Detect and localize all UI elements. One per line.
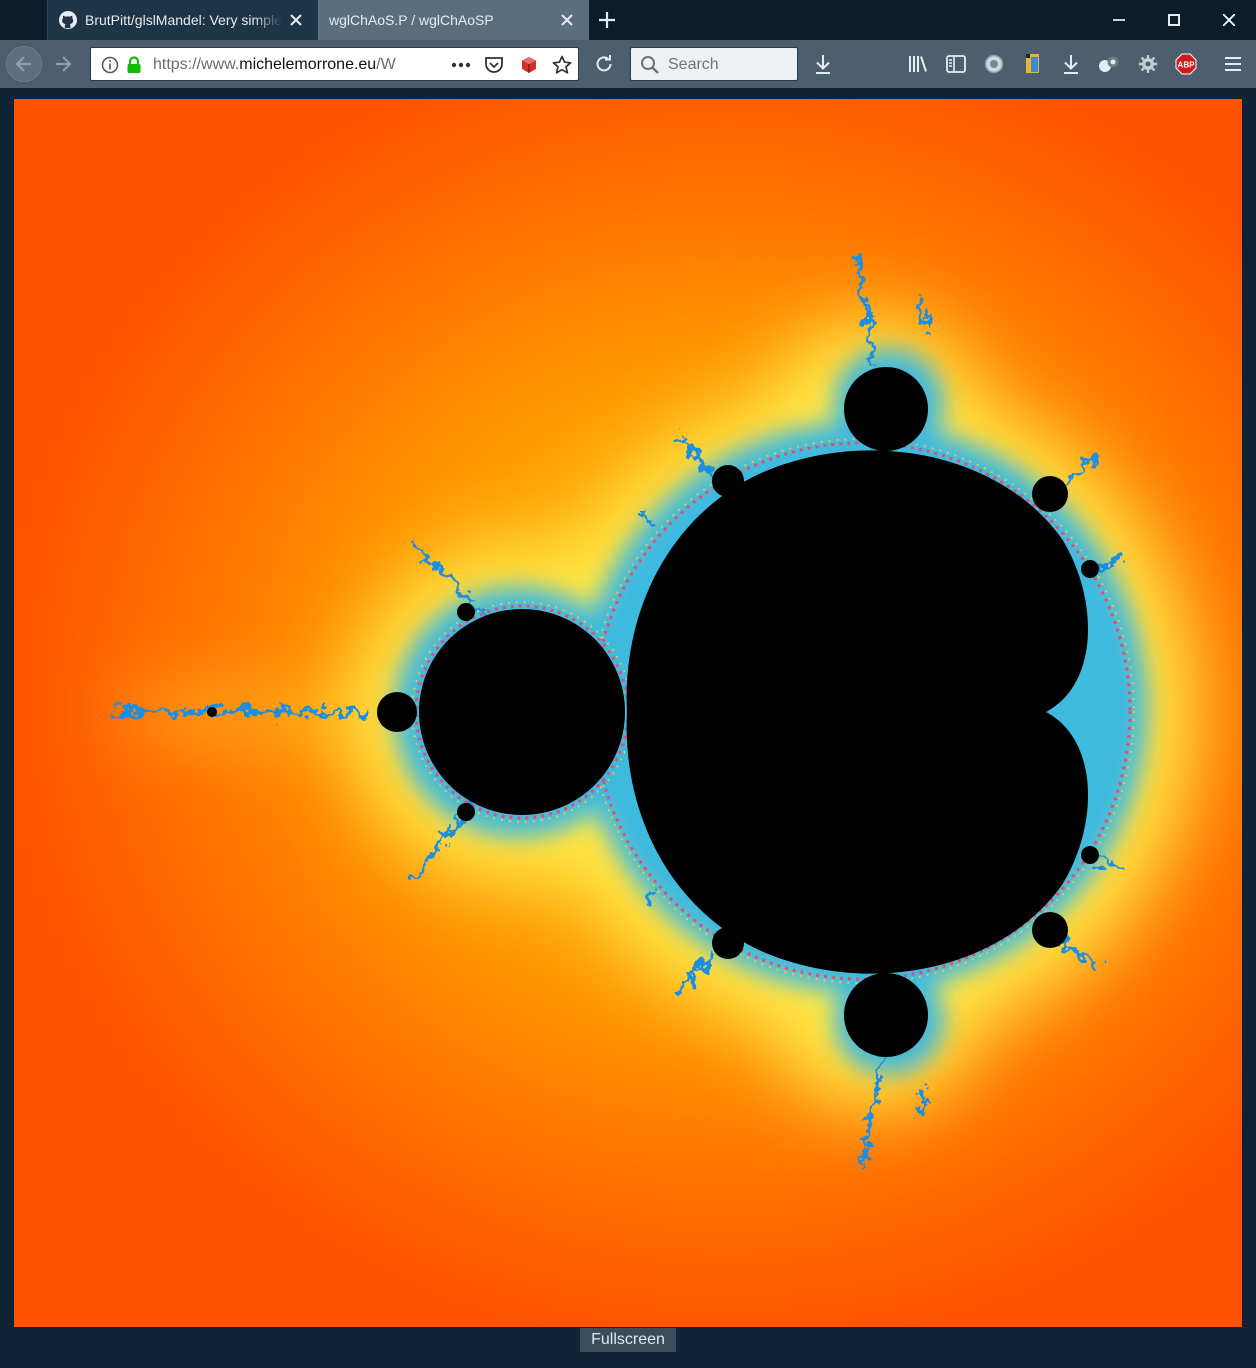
mandelbrot-canvas[interactable] xyxy=(14,99,1242,1327)
menu-button[interactable] xyxy=(1217,48,1249,80)
arrow-right-icon xyxy=(56,56,72,72)
menu-icon xyxy=(1225,57,1241,71)
adblock-badge-text: ABP xyxy=(1178,61,1196,70)
sidebar-icon xyxy=(946,55,966,73)
arrow-left-icon xyxy=(15,56,31,72)
adblock-button[interactable]: ABP xyxy=(1170,48,1202,80)
url-domain: michelemorrone.eu xyxy=(239,56,377,73)
navigation-toolbar: https://www.michelemorrone.eu/W Search A… xyxy=(0,40,1256,88)
download-button[interactable] xyxy=(1055,48,1087,80)
close-window-button[interactable] xyxy=(1201,0,1256,40)
extension-button[interactable] xyxy=(1017,48,1049,80)
maximize-icon xyxy=(1167,14,1180,26)
page-actions-icon[interactable] xyxy=(450,54,472,76)
gear-icon xyxy=(1139,55,1157,73)
search-icon xyxy=(639,54,661,76)
minimize-button[interactable] xyxy=(1091,0,1146,40)
tab-wglchaosp[interactable]: wglChAoS.P / wglChAoSP xyxy=(318,0,589,40)
tab-title: wglChAoS.P / wglChAoSP xyxy=(329,12,494,28)
back-button[interactable] xyxy=(6,46,42,82)
github-icon xyxy=(59,11,77,29)
url-path: /W xyxy=(376,56,396,73)
reload-icon xyxy=(596,55,612,72)
fullscreen-button[interactable]: Fullscreen xyxy=(580,1328,676,1352)
url-scheme: https://www. xyxy=(153,56,240,73)
download-icon xyxy=(816,55,830,74)
url-bar[interactable]: https://www.michelemorrone.eu/W xyxy=(90,47,579,81)
mandelbrot-fractal xyxy=(114,253,1194,1165)
close-tab-icon[interactable] xyxy=(282,6,310,34)
extension-button[interactable] xyxy=(1093,48,1125,80)
search-placeholder: Search xyxy=(668,56,719,73)
url-text[interactable]: https://www.michelemorrone.eu/W xyxy=(153,56,436,74)
bookmark-star-icon[interactable] xyxy=(551,54,573,76)
close-icon xyxy=(1222,14,1235,26)
settings-button[interactable] xyxy=(1132,48,1164,80)
forward-button[interactable] xyxy=(47,48,79,80)
new-tab-button[interactable] xyxy=(592,6,622,34)
plus-icon xyxy=(599,12,615,28)
download-icon xyxy=(1064,55,1078,74)
library-button[interactable] xyxy=(902,48,934,80)
adblock-icon: ABP xyxy=(1175,53,1197,75)
download-button[interactable] xyxy=(807,48,839,80)
sidebar-button[interactable] xyxy=(940,48,972,80)
extension-icon[interactable] xyxy=(518,54,540,76)
maximize-button[interactable] xyxy=(1146,0,1201,40)
minimize-icon xyxy=(1112,19,1125,21)
tab-title: BrutPitt/glslMandel: Very simple xyxy=(85,12,282,28)
extension-button[interactable] xyxy=(978,48,1010,80)
tab-strip: BrutPitt/glslMandel: Very simple wglChAo… xyxy=(0,0,1256,40)
info-icon[interactable] xyxy=(99,54,121,76)
extension-icon xyxy=(1026,54,1039,73)
pocket-icon[interactable] xyxy=(483,54,505,76)
close-tab-icon[interactable] xyxy=(553,6,581,34)
lock-icon[interactable] xyxy=(123,54,145,76)
tab-github[interactable]: BrutPitt/glslMandel: Very simple xyxy=(47,0,318,40)
extension-icon xyxy=(1099,56,1119,72)
search-input[interactable]: Search xyxy=(630,47,798,81)
library-icon xyxy=(909,56,927,72)
extension-icon xyxy=(984,54,1004,74)
reload-button[interactable] xyxy=(588,48,620,80)
